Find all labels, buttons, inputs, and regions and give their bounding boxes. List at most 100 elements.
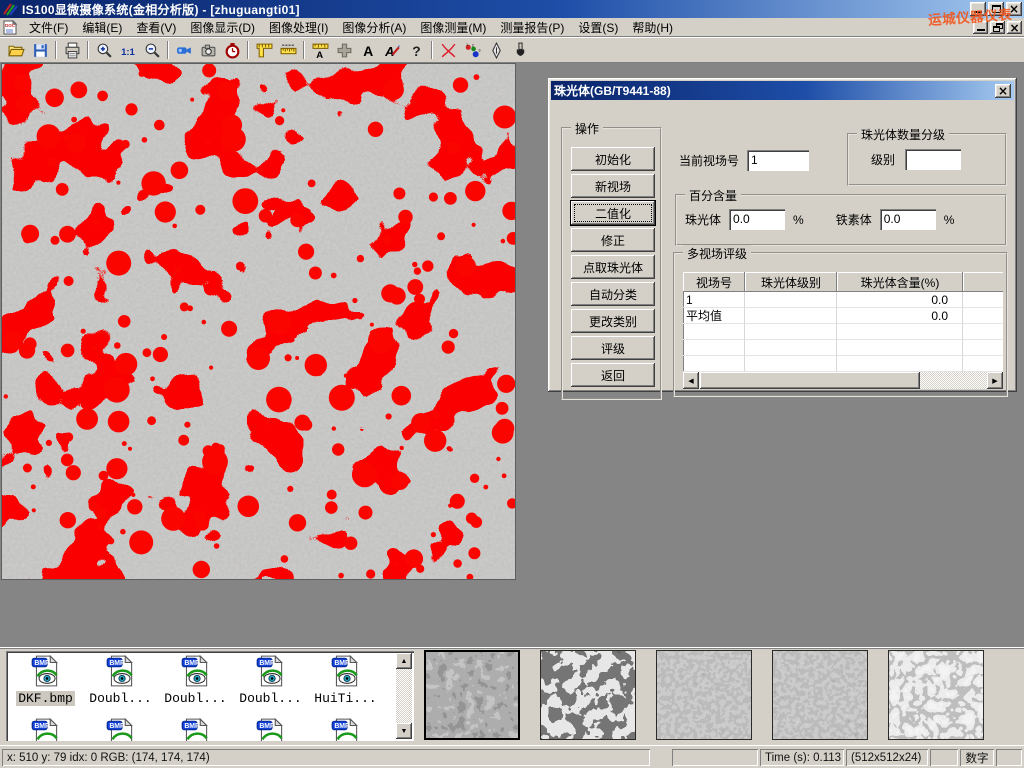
mdi-close-button[interactable]: × xyxy=(1007,21,1022,34)
col-pearlite-content[interactable]: 珠光体含量(%) xyxy=(837,272,963,292)
ferrite-percent-input[interactable]: 0.0 xyxy=(880,209,936,230)
file-item[interactable]: BMP DKF.bmp xyxy=(8,654,83,706)
auto-classify-button[interactable]: 自动分类 xyxy=(571,282,655,306)
dialog-title-bar[interactable]: 珠光体(GB/T9441-88) × xyxy=(551,81,1014,100)
ferrite-label: 铁素体 xyxy=(836,211,872,228)
menu-edit[interactable]: 编辑(E) xyxy=(75,17,129,38)
file-name[interactable]: HuiTi... xyxy=(312,691,378,706)
scroll-down-icon[interactable]: ▼ xyxy=(396,723,412,739)
file-name[interactable]: Doubl... xyxy=(162,691,228,706)
scroll-right-icon[interactable]: ▶ xyxy=(987,372,1003,389)
minimize-button[interactable] xyxy=(970,2,986,16)
file-item-partial[interactable]: BMP xyxy=(83,717,158,741)
table-row-average[interactable]: 平均值 0.0 xyxy=(683,308,1003,324)
hscroll-thumb[interactable] xyxy=(700,372,920,389)
percent-sign: % xyxy=(944,213,955,227)
svg-text:A: A xyxy=(316,49,323,58)
file-item[interactable]: BMP Doubl... xyxy=(158,654,233,706)
file-item-partial[interactable]: BMP xyxy=(8,717,83,741)
close-button[interactable]: × xyxy=(1006,2,1022,16)
merge-grid-button[interactable] xyxy=(332,39,356,61)
text-button[interactable]: A xyxy=(356,39,380,61)
brush-button[interactable] xyxy=(508,39,532,61)
change-class-button[interactable]: 更改类别 xyxy=(571,309,655,333)
zoom-out-button[interactable] xyxy=(140,39,164,61)
file-item-partial[interactable]: BMP xyxy=(158,717,233,741)
col-pearlite-grade[interactable]: 珠光体级别 xyxy=(745,272,837,292)
timer-button[interactable] xyxy=(220,39,244,61)
table-hscrollbar[interactable]: ◀ ▶ xyxy=(683,372,1003,389)
thumbnail-1[interactable] xyxy=(424,650,520,740)
open-button[interactable] xyxy=(4,39,28,61)
bmp-file-icon: BMP xyxy=(254,654,288,688)
classify-particles-button[interactable]: 123 xyxy=(460,39,484,61)
picker-pen-button[interactable] xyxy=(484,39,508,61)
binarize-button[interactable]: 二值化 xyxy=(571,201,655,225)
file-item[interactable]: BMP Doubl... xyxy=(233,654,308,706)
file-item-partial[interactable]: BMP xyxy=(233,717,308,741)
thumbnail-4[interactable] xyxy=(772,650,868,740)
menu-help[interactable]: 帮助(H) xyxy=(625,17,680,38)
bmp-file-icon: BMP xyxy=(329,654,363,688)
maximize-button[interactable] xyxy=(988,2,1004,16)
app-icon[interactable] xyxy=(2,2,18,16)
current-field-input[interactable]: 1 xyxy=(747,150,809,171)
menu-image-display[interactable]: 图像显示(D) xyxy=(183,17,262,38)
help-button[interactable]: ? xyxy=(404,39,428,61)
new-field-button[interactable]: 新视场 xyxy=(571,174,655,198)
calibration-curve-button[interactable] xyxy=(436,39,460,61)
scroll-left-icon[interactable]: ◀ xyxy=(683,372,699,389)
measure-text-button[interactable]: A xyxy=(308,39,332,61)
svg-text:BMP: BMP xyxy=(259,723,275,730)
ruler-icon xyxy=(280,42,297,59)
file-name[interactable]: DKF.bmp xyxy=(16,691,75,706)
title-bar: IS100显微摄像系统(金相分析版) - [zhuguangti01] × xyxy=(0,0,1024,18)
menu-image-measure[interactable]: 图像测量(M) xyxy=(413,17,493,38)
file-browser-vscrollbar[interactable]: ▲ ▼ xyxy=(396,653,412,739)
thumbnail-3[interactable] xyxy=(656,650,752,740)
camera-capture-button[interactable] xyxy=(196,39,220,61)
file-item[interactable]: BMP Doubl... xyxy=(83,654,158,706)
init-button[interactable]: 初始化 xyxy=(571,147,655,171)
zoom-in-button[interactable] xyxy=(92,39,116,61)
mdi-workspace: 珠光体(GB/T9441-88) × 操作 初始化 新视场 二值化 修正 点取珠… xyxy=(0,63,1024,647)
thumbnail-2[interactable] xyxy=(540,650,636,740)
correct-button[interactable]: 修正 xyxy=(571,228,655,252)
video-capture-button[interactable] xyxy=(172,39,196,61)
col-field-number[interactable]: 视场号 xyxy=(683,272,745,292)
thumbnail-strip xyxy=(424,650,984,740)
file-name[interactable]: Doubl... xyxy=(87,691,153,706)
table-row[interactable]: 1 0.0 xyxy=(683,292,1003,308)
return-button[interactable]: 返回 xyxy=(571,363,655,387)
menu-file[interactable]: 文件(F) xyxy=(22,17,75,38)
annotate-button[interactable]: A xyxy=(380,39,404,61)
mdi-minimize-button[interactable] xyxy=(973,21,988,34)
actual-size-button[interactable]: 1:1 xyxy=(116,39,140,61)
save-button[interactable] xyxy=(28,39,52,61)
col-ferrite[interactable]: 铁素体 xyxy=(963,272,1003,292)
level-input[interactable] xyxy=(905,149,961,170)
grade-button[interactable]: 评级 xyxy=(571,336,655,360)
bmp-file-icon: BMP xyxy=(179,654,213,688)
menu-image-process[interactable]: 图像处理(I) xyxy=(262,17,335,38)
menu-image-analysis[interactable]: 图像分析(A) xyxy=(335,17,413,38)
level-label: 级别 xyxy=(871,151,895,168)
menu-measure-report[interactable]: 测量报告(P) xyxy=(493,17,571,38)
caliper-button[interactable] xyxy=(252,39,276,61)
file-item-partial[interactable]: BMP xyxy=(308,717,383,741)
menu-view[interactable]: 查看(V) xyxy=(129,17,183,38)
print-button[interactable] xyxy=(60,39,84,61)
mdi-restore-button[interactable] xyxy=(990,21,1005,34)
thumbnail-5[interactable] xyxy=(888,650,984,740)
pick-pearlite-button[interactable]: 点取珠光体 xyxy=(571,255,655,279)
svg-text:DOC: DOC xyxy=(5,23,16,28)
ruler-button[interactable] xyxy=(276,39,300,61)
dialog-close-button[interactable]: × xyxy=(995,84,1011,98)
menu-settings[interactable]: 设置(S) xyxy=(571,17,625,38)
file-name[interactable]: Doubl... xyxy=(237,691,303,706)
file-item[interactable]: BMP HuiTi... xyxy=(308,654,383,706)
document-icon[interactable]: DOC xyxy=(2,20,18,35)
pearlite-percent-input[interactable]: 0.0 xyxy=(729,209,785,230)
scroll-up-icon[interactable]: ▲ xyxy=(396,653,412,669)
metallographic-image[interactable] xyxy=(1,63,516,580)
